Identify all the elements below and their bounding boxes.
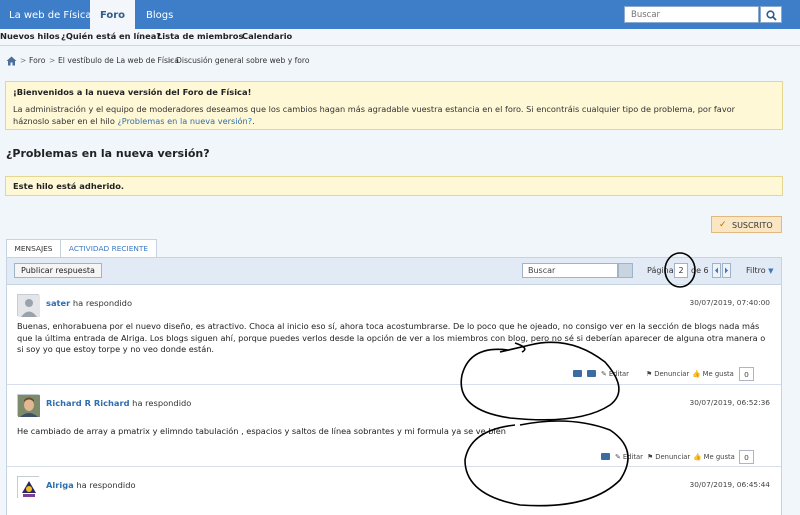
site-search-box [624,6,759,23]
chevron-left-icon [715,267,718,274]
post-author-line: Alriga ha respondido [46,480,136,490]
breadcrumb-separator: > [49,56,56,65]
edit-label: Editar [608,370,629,378]
thread-tabs: MENSAJES ACTIVIDAD RECIENTE [6,239,782,258]
post-body: Buenas, enhorabuena por el nuevo diseño,… [17,321,766,354]
post-action: ha respondido [70,298,133,308]
report-button[interactable]: ⚑ Denunciar [647,453,690,461]
breadcrumb-discusion-general[interactable]: Discusión general sobre web y foro [176,56,310,65]
avatar[interactable] [17,476,40,499]
filter-dropdown[interactable]: Filtro ▼ [746,266,774,275]
post-body: He cambiado de array a pmatrix y elimndo… [17,426,506,436]
breadcrumb-separator: > [167,56,174,65]
edit-button[interactable]: ✎ Editar [601,370,629,378]
forum-subnav: Nuevos hilos ¿Quién está en línea? Lista… [0,29,800,46]
post-action: ha respondido [73,480,136,490]
like-button[interactable]: 👍 Me gusta [693,453,735,461]
post-date: 30/07/2019, 07:40:00 [689,298,771,307]
page-number-input[interactable]: 2 [674,263,688,278]
user-photo-avatar [18,395,40,417]
post-author-line: Richard R Richard ha respondido [46,398,191,408]
tab-foro[interactable]: Foro [90,0,135,29]
chevron-down-icon: ▼ [768,267,774,275]
avatar[interactable] [17,294,40,317]
post-date: 30/07/2019, 06:45:44 [689,480,771,489]
thread-title: ¿Problemas en la nueva versión? [6,147,210,160]
thread-search-button[interactable] [618,263,633,278]
post-author[interactable]: sater [46,298,70,308]
post-author-line: sater ha respondido [46,298,132,308]
subnav-calendario[interactable]: Calendario [242,31,292,41]
notice-body: La administración y el equipo de moderad… [13,103,773,127]
notice-link[interactable]: ¿Problemas en la nueva versión? [117,116,252,126]
post-item: Richard R Richard ha respondido 30/07/20… [7,386,781,467]
notice-end: . [252,116,255,126]
post-actions: ✎ Editar ⚑ Denunciar 👍 Me gusta 0 [569,367,769,381]
like-button[interactable]: 👍 Me gusta [692,370,734,378]
post-date: 30/07/2019, 06:52:36 [689,398,771,407]
subscribed-button[interactable]: ✓ SUSCRITO [711,216,782,233]
post-item: Alriga ha respondido 30/07/2019, 06:45:4… [7,468,781,515]
edit-label: Editar [622,453,643,461]
notice-title: ¡Bienvenidos a la nueva versión del Foro… [13,87,252,97]
comment-icon[interactable] [573,370,584,378]
site-search-button[interactable] [760,6,782,23]
like-label: Me gusta [703,453,735,461]
default-avatar-icon [18,295,40,317]
home-icon[interactable] [6,56,17,66]
posts-panel: Publicar respuesta Buscar Página 2 de 6 … [6,257,782,515]
subnav-nuevos-hilos[interactable]: Nuevos hilos [0,31,60,41]
report-button[interactable]: ⚑ Denunciar [646,370,689,378]
welcome-notice: ¡Bienvenidos a la nueva versión del Foro… [5,81,783,130]
post-author[interactable]: Richard R Richard [46,398,130,408]
subscribed-label: SUSCRITO [732,221,773,230]
page-total: de 6 [691,266,709,275]
comment-icon[interactable] [601,453,612,461]
posts-toolbar: Publicar respuesta Buscar Página 2 de 6 … [7,258,781,285]
tab-blogs[interactable]: Blogs [146,0,173,29]
next-page-button[interactable] [722,263,731,278]
post-author[interactable]: Alriga [46,480,74,490]
chevron-right-icon [725,267,728,274]
post-actions: ✎ Editar ⚑ Denunciar 👍 Me gusta 0 [597,450,769,464]
avatar[interactable] [17,394,40,417]
sticky-label: Este hilo está adherido. [13,181,125,191]
breadcrumb-separator: > [20,56,27,65]
quote-icon[interactable] [587,370,598,378]
report-label: Denunciar [654,370,690,378]
thread-search-input[interactable]: Buscar [522,263,618,278]
site-search-input[interactable] [625,7,758,22]
search-icon [766,10,777,21]
filter-label: Filtro [746,266,766,275]
subnav-lista-de-miembros[interactable]: Lista de miembros [157,31,243,41]
tab-la-web-de-fisica[interactable]: La web de Física [9,0,92,29]
like-label: Me gusta [702,370,734,378]
prev-page-button[interactable] [712,263,721,278]
tab-mensajes[interactable]: MENSAJES [6,239,61,258]
sticky-notice: Este hilo está adherido. [5,176,783,196]
breadcrumb-foro[interactable]: Foro [29,56,45,65]
breadcrumb-vestibulo[interactable]: El vestíbulo de La web de Física [58,56,179,65]
edit-button[interactable]: ✎ Editar [615,453,643,461]
report-label: Denunciar [655,453,691,461]
post-action: ha respondido [129,398,192,408]
post-item: sater ha respondido 30/07/2019, 07:40:00… [7,286,781,385]
like-count: 0 [739,450,754,464]
user-avatar-image [18,477,40,499]
post-reply-button[interactable]: Publicar respuesta [14,263,102,278]
top-navigation-bar: La web de Física Foro Blogs [0,0,800,29]
tab-actividad-reciente[interactable]: ACTIVIDAD RECIENTE [61,239,157,258]
check-icon: ✓ [719,220,727,230]
page-label: Página [647,266,674,275]
subnav-quien-esta-en-linea[interactable]: ¿Quién está en línea? [61,31,161,41]
like-count: 0 [739,367,754,381]
